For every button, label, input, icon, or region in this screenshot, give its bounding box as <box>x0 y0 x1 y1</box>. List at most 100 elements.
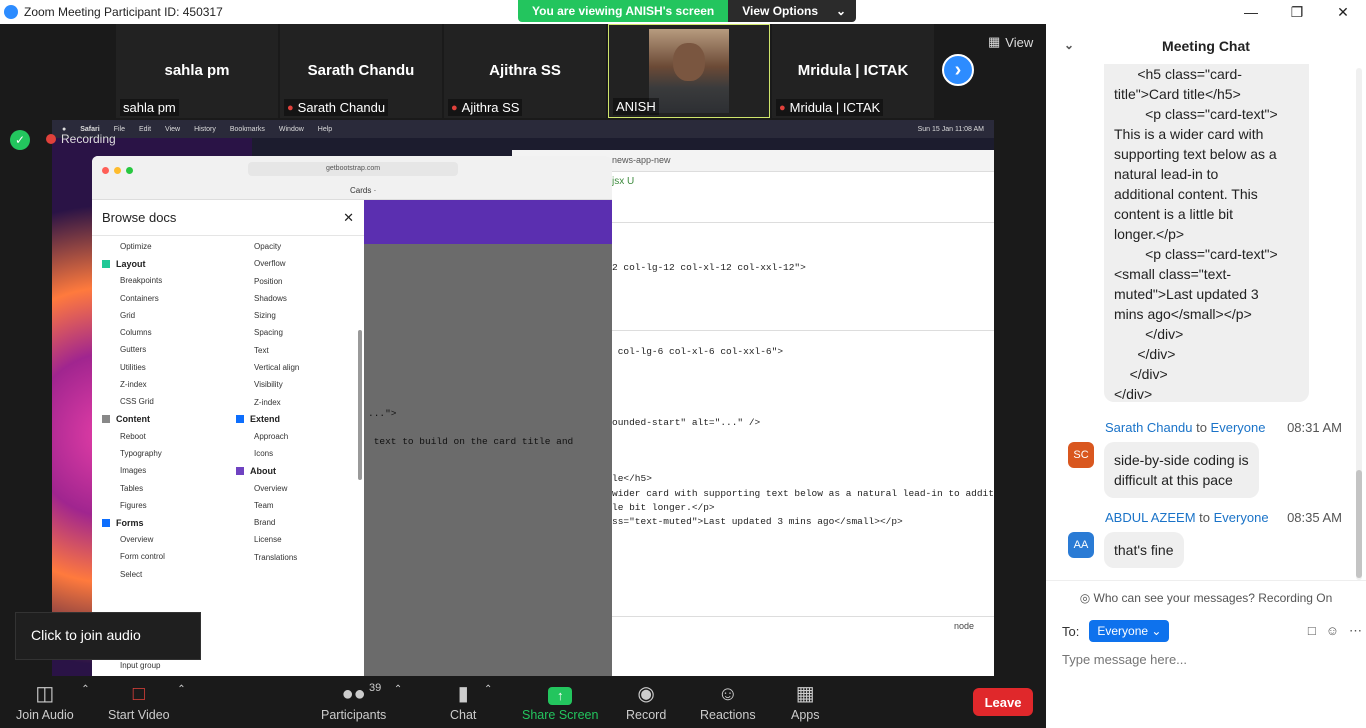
more-icon[interactable]: ⋯ <box>1349 623 1362 639</box>
chat-scrollbar[interactable] <box>1356 68 1362 580</box>
people-icon: ◎ <box>1079 591 1091 605</box>
docs-item: Brand <box>254 518 276 528</box>
docs-group-icon <box>102 259 110 268</box>
recording-indicator: Recording <box>46 132 116 146</box>
code-line: ss="text-muted">Last updated 3 mins ago<… <box>612 516 903 527</box>
avatar: SC <box>1068 442 1094 468</box>
docs-item: Overflow <box>254 259 286 269</box>
chat-visibility-notice[interactable]: ◎ Who can see your messages? Recording O… <box>1046 580 1366 605</box>
code-line: le</h5> <box>612 473 652 484</box>
docs-navbar <box>364 200 612 244</box>
chat-button[interactable]: ▮ Chat ⌃ <box>450 676 492 728</box>
meeting-toolbar: ◫ Join Audio ⌃ □ Start Video ⌃ ●● 39 Par… <box>0 676 1046 728</box>
minimize-button[interactable]: — <box>1228 0 1274 24</box>
docs-item: Z-index <box>254 397 281 407</box>
reactions-button[interactable]: ☺ Reactions <box>700 676 756 728</box>
overlay-line: ..."> <box>368 408 397 419</box>
viewing-banner: You are viewing ANISH's screen View Opti… <box>518 0 857 22</box>
encryption-shield-icon[interactable]: ✓ <box>10 130 30 150</box>
docs-group-icon <box>102 415 110 424</box>
share-arrow-icon: ↑ <box>548 687 573 705</box>
chat-message-time: 08:35 AM <box>1287 510 1342 525</box>
docs-item: Sizing <box>254 311 276 321</box>
participant-name: Ajithra SS <box>489 62 561 79</box>
docs-item: Images <box>120 466 147 476</box>
view-button[interactable]: ▦ View <box>988 34 1033 50</box>
docs-item: Shadows <box>254 293 287 303</box>
participant-name: sahla pm <box>164 62 230 79</box>
participant-name: Sarath Chandu <box>307 62 415 79</box>
participant-tile[interactable]: sahla pm sahla pm <box>116 24 278 118</box>
next-page-button[interactable]: › <box>942 54 974 86</box>
editor-tab: jsx U <box>612 176 635 187</box>
docs-item: Spacing <box>254 328 283 338</box>
page-overlay: ..."> text to build on the card title an… <box>364 200 612 676</box>
docs-group-heading: Content <box>102 411 165 428</box>
browser-tabs: Cards · <box>92 182 612 198</box>
start-video-button[interactable]: □ Start Video ⌃ <box>108 676 186 728</box>
docs-item: Team <box>254 500 274 510</box>
join-audio-tooltip[interactable]: Click to join audio <box>15 612 201 660</box>
view-options-button[interactable]: View Options ⌄ <box>728 0 857 22</box>
shared-screen: ● Safari File Edit View History Bookmark… <box>52 120 994 676</box>
docs-title: Browse docs <box>102 210 177 225</box>
chevron-up-icon[interactable]: ⌃ <box>394 684 402 695</box>
record-button[interactable]: ◉ Record <box>626 676 666 728</box>
docs-item: Opacity <box>254 242 282 251</box>
close-button[interactable]: ✕ <box>1320 0 1366 24</box>
participants-count: 39 <box>369 682 382 694</box>
chat-bubble-icon: ▮ <box>457 683 469 705</box>
chevron-down-icon: ⌄ <box>836 4 847 18</box>
participant-label: ● Sarath Chandu <box>284 99 389 116</box>
docs-column: Opacity Overflow Position Shadows Sizing Spac… <box>236 238 299 566</box>
docs-group-icon <box>236 415 244 424</box>
chat-message-bubble: side-by-side coding is difficult at this… <box>1104 442 1259 498</box>
docs-group-icon <box>236 467 244 476</box>
participants-button[interactable]: ●● 39 Participants ⌃ <box>321 676 402 728</box>
chevron-down-icon[interactable]: ⌄ <box>1064 38 1074 52</box>
docs-item: Text <box>254 345 269 355</box>
participant-tile-video[interactable]: ANISH <box>608 24 770 118</box>
apps-button[interactable]: ▦ Apps <box>791 676 820 728</box>
view-options-label: View Options <box>742 4 819 18</box>
chat-title: Meeting Chat <box>1162 38 1250 54</box>
participant-label: ● Ajithra SS <box>448 99 523 116</box>
docs-group-heading: Extend <box>236 411 299 428</box>
recording-label: Recording <box>61 132 116 146</box>
mac-menubar: ● Safari File Edit View History Bookmark… <box>52 120 994 138</box>
join-audio-button[interactable]: ◫ Join Audio ⌃ <box>16 676 90 728</box>
participant-name: Mridula | ICTAK <box>797 62 909 79</box>
share-screen-button[interactable]: ↑ Share Screen <box>522 676 598 728</box>
chevron-up-icon[interactable]: ⌃ <box>177 684 185 695</box>
leave-button[interactable]: Leave <box>973 688 1033 716</box>
browser-url: getbootstrap.com <box>248 162 458 176</box>
recipient-select[interactable]: Everyone ⌄ <box>1089 620 1170 642</box>
chat-scrollbar-thumb[interactable] <box>1356 470 1362 578</box>
participant-label: sahla pm <box>120 99 179 116</box>
restore-button[interactable]: ❐ <box>1274 0 1320 24</box>
chat-recipient-row: To: Everyone ⌄ □ ☺ ⋯ <box>1062 620 1362 642</box>
chat-message-bubble: that's fine <box>1104 532 1184 568</box>
mac-clock: Sun 15 Jan 11:08 AM <box>917 125 984 133</box>
file-icon[interactable]: □ <box>1308 623 1316 639</box>
participant-tile[interactable]: Sarath Chandu ● Sarath Chandu <box>280 24 442 118</box>
docs-item: Gutters <box>120 345 147 355</box>
docs-item: Overview <box>254 483 288 493</box>
chat-message-input[interactable] <box>1062 648 1352 670</box>
code-line: 2 col-lg-12 col-xl-12 col-xxl-12"> <box>612 262 806 273</box>
chevron-up-icon[interactable]: ⌃ <box>81 684 89 695</box>
avatar: AA <box>1068 532 1094 558</box>
docs-item: Position <box>254 276 283 286</box>
chat-header: ⌄ Meeting Chat <box>1046 24 1366 68</box>
docs-group-heading: Forms <box>102 514 165 531</box>
docs-item: Visibility <box>254 380 283 390</box>
docs-column: Optimize Layout Breakpoints Containers Grid C… <box>102 238 165 583</box>
docs-group-icon <box>102 518 110 527</box>
meeting-area: sahla pm sahla pm Sarath Chandu ● Sarath … <box>0 24 1046 676</box>
emoji-icon[interactable]: ☺ <box>1326 623 1339 639</box>
participant-tile[interactable]: Ajithra SS ● Ajithra SS <box>444 24 606 118</box>
zoom-logo-icon <box>4 5 18 19</box>
docs-group-heading: Layout <box>102 255 165 272</box>
chevron-up-icon[interactable]: ⌃ <box>484 684 492 695</box>
participant-tile[interactable]: Mridula | ICTAK ● Mridula | ICTAK <box>772 24 934 118</box>
